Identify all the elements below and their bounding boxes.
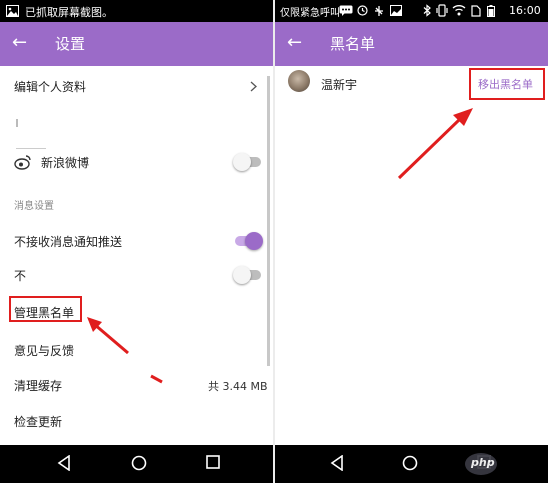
- debug-icon: [375, 6, 383, 16]
- blocked-user-name: 温新宇: [321, 78, 358, 92]
- setting-label: 不: [14, 269, 27, 283]
- settings-list: 编辑个人资料 新浪微博 消息设置 不接收消息通知推送 不 管理黑名单 意见与反馈…: [0, 66, 273, 445]
- setting-label: 不接收消息通知推送: [14, 235, 123, 249]
- bluetooth-icon: [423, 4, 431, 17]
- setting-check-update[interactable]: 检查更新: [0, 413, 273, 429]
- setting-no[interactable]: 不: [0, 266, 273, 284]
- screenshot-notification-icon: [6, 5, 19, 17]
- divider: [16, 119, 18, 127]
- app-bar: ← 设置: [0, 22, 273, 66]
- setting-weibo[interactable]: 新浪微博: [0, 153, 273, 171]
- settings-screen: 已抓取屏幕截图。 ← 设置 编辑个人资料 新浪微博 消息设置 不接收消息通知推送: [0, 0, 273, 483]
- setting-label: 新浪微博: [41, 156, 90, 170]
- back-triangle-icon[interactable]: [330, 455, 344, 471]
- weibo-toggle[interactable]: [233, 153, 261, 171]
- chevron-right-icon: [250, 81, 257, 92]
- annotation-arrow-icon: [87, 317, 129, 355]
- clock-text: 16:00: [509, 4, 541, 17]
- image-icon: [390, 5, 402, 16]
- cache-size-value: 共 3.44 MB: [208, 380, 268, 393]
- nav-bar: php: [275, 445, 548, 483]
- weibo-icon: [14, 155, 31, 170]
- message-icon: [339, 5, 353, 16]
- home-circle-icon[interactable]: [131, 455, 147, 471]
- setting-edit-profile[interactable]: 编辑个人资料: [0, 78, 273, 94]
- home-circle-icon[interactable]: [402, 455, 418, 471]
- toggle-knob: [233, 153, 251, 171]
- wifi-icon: [452, 5, 466, 16]
- blacklist-highlight-box: [9, 296, 82, 322]
- recents-square-icon[interactable]: [206, 455, 220, 469]
- blacklist-screen: 仅限紧急呼叫 16:00 ← 黑名单 温新宇 移出黑名单 php: [275, 0, 548, 483]
- page-title: 设置: [55, 35, 86, 53]
- app-bar: ← 黑名单: [275, 22, 548, 66]
- remove-action-highlight-box: [469, 68, 545, 100]
- timer-icon: [357, 5, 368, 16]
- no-push-toggle[interactable]: [235, 232, 263, 250]
- setting-clear-cache[interactable]: 清理缓存 共 3.44 MB: [0, 377, 273, 393]
- vibrate-icon: [436, 4, 448, 17]
- setting-feedback[interactable]: 意见与反馈: [0, 342, 273, 358]
- toggle-knob: [245, 232, 263, 250]
- status-notification-text: 已抓取屏幕截图。: [25, 6, 113, 19]
- status-bar: 已抓取屏幕截图。: [0, 0, 273, 22]
- setting-label: 清理缓存: [14, 379, 63, 393]
- status-bar: 仅限紧急呼叫 16:00: [275, 0, 548, 22]
- setting-label: 检查更新: [14, 415, 63, 429]
- back-triangle-icon[interactable]: [57, 455, 71, 471]
- back-arrow-icon[interactable]: ←: [12, 32, 27, 54]
- carrier-text: 仅限紧急呼叫: [280, 8, 340, 19]
- avatar[interactable]: [288, 70, 310, 92]
- annotation-mark-icon: [150, 374, 163, 384]
- toggle-knob: [233, 266, 251, 284]
- section-label: 消息设置: [14, 201, 54, 212]
- back-arrow-icon[interactable]: ←: [287, 32, 302, 54]
- divider: [16, 148, 46, 149]
- setting-label: 编辑个人资料: [14, 80, 87, 94]
- page-title: 黑名单: [330, 35, 376, 53]
- setting-no-push[interactable]: 不接收消息通知推送: [0, 232, 273, 250]
- section-header-message: 消息设置: [0, 197, 273, 212]
- battery-icon: [487, 5, 495, 17]
- sim-card-icon: [471, 5, 481, 17]
- no-toggle[interactable]: [233, 266, 261, 284]
- nav-bar: [0, 445, 273, 483]
- php-watermark: php: [465, 453, 497, 475]
- annotation-arrow-icon: [397, 108, 473, 180]
- setting-label: 意见与反馈: [14, 344, 75, 358]
- scrollbar[interactable]: [267, 76, 270, 366]
